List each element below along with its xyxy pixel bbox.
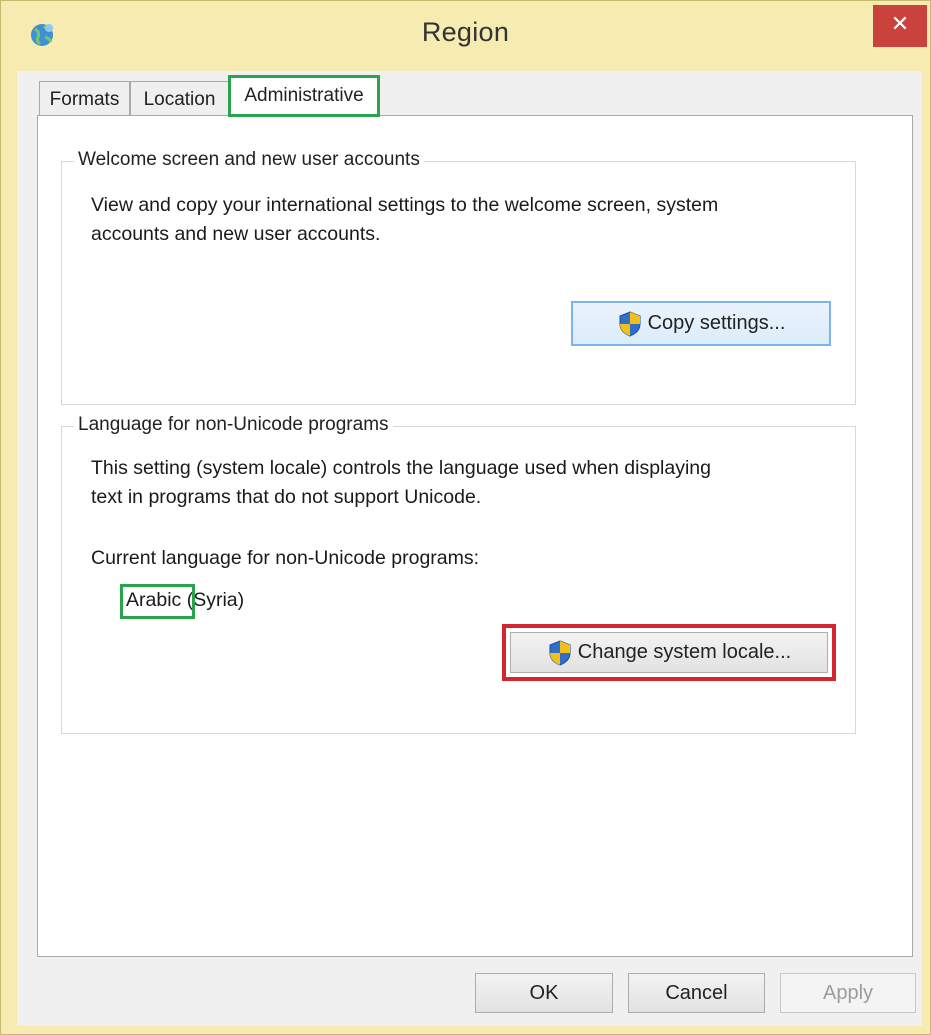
welcome-description-line-1: View and copy your international setting… xyxy=(91,194,719,216)
tab-administrative[interactable]: Administrative xyxy=(228,75,380,117)
current-language-label: Current language for non-Unicode program… xyxy=(91,547,480,569)
locale-description: This setting (system locale) controls th… xyxy=(91,454,711,512)
administrative-panel: Welcome screen and new user accounts Vie… xyxy=(37,115,913,957)
change-system-locale-button[interactable]: Change system locale... xyxy=(502,624,836,681)
uac-shield-icon xyxy=(619,310,641,337)
close-button[interactable]: ✕ xyxy=(873,5,927,47)
region-dialog: Region ✕ Formats Location Administrative… xyxy=(0,0,931,1035)
welcome-description-line-2: accounts and new user accounts. xyxy=(91,223,381,245)
welcome-description: View and copy your international setting… xyxy=(91,191,718,249)
ok-button[interactable]: OK xyxy=(475,973,613,1013)
tab-location[interactable]: Location xyxy=(130,81,229,116)
copy-settings-button[interactable]: Copy settings... xyxy=(571,301,831,346)
locale-description-line-1: This setting (system locale) controls th… xyxy=(91,457,712,479)
uac-shield-icon xyxy=(549,639,571,666)
language-highlight-box xyxy=(120,584,195,619)
window-title: Region xyxy=(421,17,510,47)
title-bar[interactable]: Region ✕ xyxy=(1,1,930,71)
current-language-region: (Syria) xyxy=(186,589,245,611)
close-icon: ✕ xyxy=(890,12,910,37)
locale-description-line-2: text in programs that do not support Uni… xyxy=(91,486,482,508)
copy-settings-label: Copy settings... xyxy=(647,312,786,334)
tab-formats[interactable]: Formats xyxy=(39,81,130,116)
change-system-locale-label: Change system locale... xyxy=(577,641,792,663)
apply-button[interactable]: Apply xyxy=(780,973,916,1013)
cancel-button[interactable]: Cancel xyxy=(628,973,765,1013)
welcome-group-title: Welcome screen and new user accounts xyxy=(74,149,424,171)
locale-group-title: Language for non-Unicode programs xyxy=(74,414,393,436)
